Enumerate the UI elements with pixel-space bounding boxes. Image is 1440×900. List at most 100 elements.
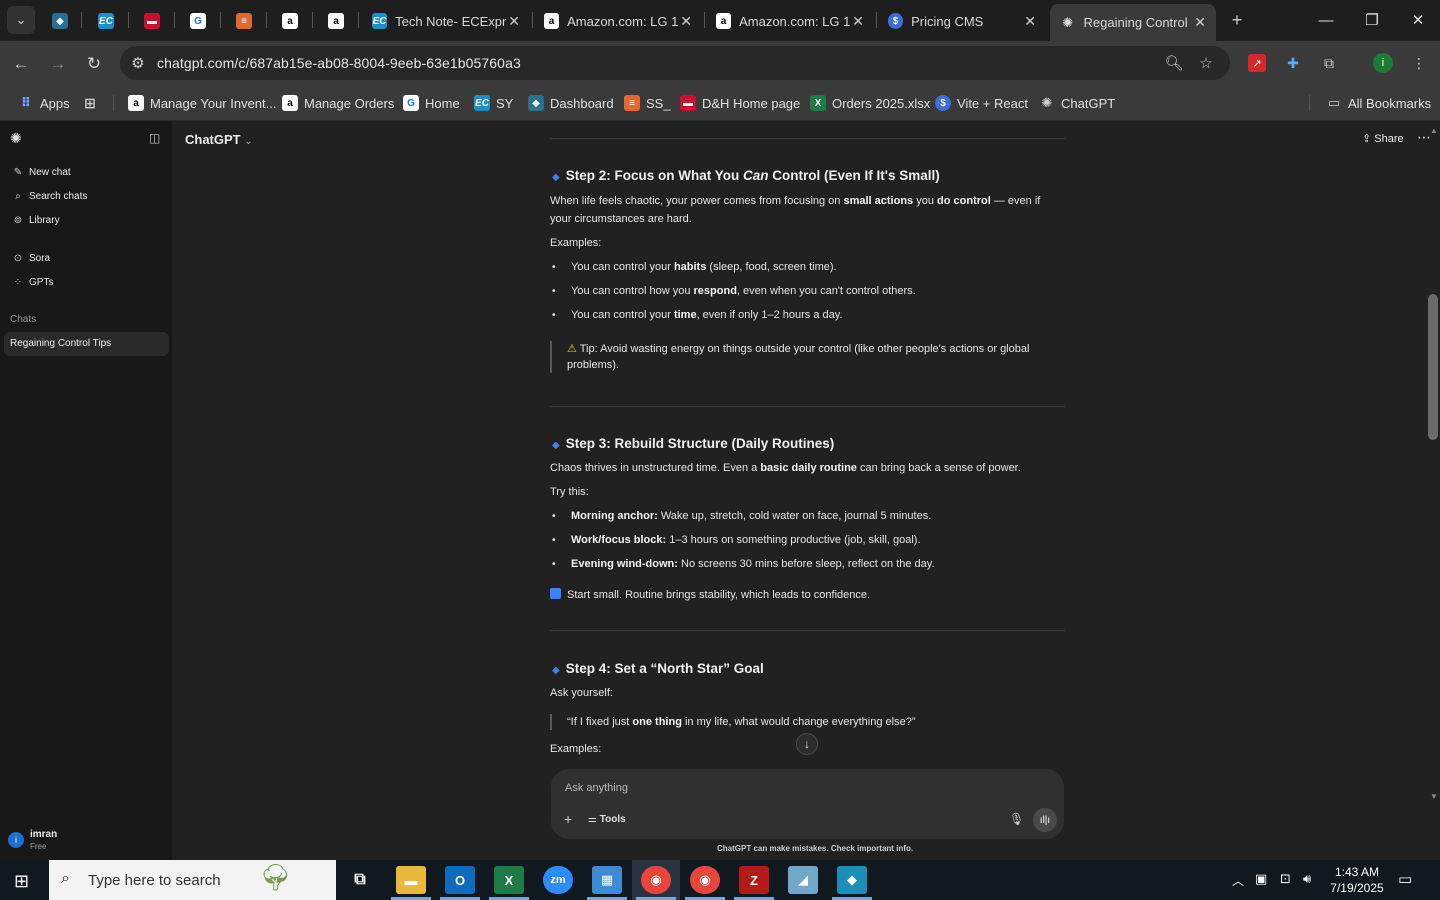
bookmark-manage-inventory[interactable]: a Manage Your Invent... bbox=[128, 92, 276, 114]
bookmark-chatgpt[interactable]: ✺ ChatGPT bbox=[1039, 92, 1116, 114]
profile-initial: i bbox=[1373, 53, 1393, 73]
text: 1–3 hours on something productive (job, … bbox=[666, 534, 921, 546]
extensions-puzzle-icon[interactable]: ⧉ bbox=[1318, 52, 1340, 74]
bookmark-sy[interactable]: EC SY bbox=[474, 92, 513, 114]
file-explorer-icon[interactable]: ▬ bbox=[396, 866, 426, 894]
site-info-icon[interactable]: ⚙ bbox=[128, 53, 148, 73]
taskbar-search-box[interactable]: ⌕ Type here to search 🌳︎ bbox=[49, 860, 336, 900]
tab-tech-note[interactable]: EC Tech Note- ECExpr ✕ bbox=[362, 6, 530, 36]
bookmark-manage-orders[interactable]: a Manage Orders bbox=[282, 92, 394, 114]
tab-search-button[interactable]: ⌄ bbox=[6, 6, 36, 34]
restore-button[interactable]: ❐ bbox=[1352, 8, 1392, 32]
tools-button[interactable]: ⚌ Tools bbox=[588, 814, 626, 825]
close-icon[interactable]: ✕ bbox=[680, 13, 692, 30]
message-composer[interactable]: Ask anything + ⚌ Tools 🎙︎ ıl|ı bbox=[551, 769, 1064, 839]
tab-separator bbox=[174, 12, 175, 28]
pdf-extension-icon[interactable]: ↗ bbox=[1246, 52, 1268, 74]
profile-avatar[interactable]: i bbox=[1372, 52, 1394, 74]
microphone-icon[interactable]: 🎙︎ bbox=[1009, 812, 1024, 826]
chat-list-item-active[interactable]: Regaining Control Tips bbox=[4, 332, 169, 356]
scroll-down-arrow-icon[interactable]: ▼ bbox=[1430, 792, 1438, 801]
reload-button[interactable]: ↻ bbox=[81, 51, 107, 77]
pinned-tab-3[interactable]: ▬ bbox=[134, 6, 170, 36]
chevron-up-icon[interactable]: ︿ bbox=[1232, 872, 1244, 889]
scroll-to-bottom-button[interactable]: ↓ bbox=[796, 733, 818, 755]
pinned-tab-5[interactable]: ≡ bbox=[226, 6, 262, 36]
pinned-tab-1[interactable]: ◆ bbox=[42, 6, 78, 36]
filezilla-icon[interactable]: Z bbox=[739, 866, 769, 894]
bookmark-apps[interactable]: ⠿ Apps bbox=[18, 92, 70, 114]
close-icon[interactable]: ✕ bbox=[1194, 14, 1206, 31]
security-icon[interactable]: ▣ bbox=[1255, 871, 1267, 887]
pencil-icon: ✎ bbox=[13, 166, 23, 178]
bookmark-dh-home[interactable]: ▬ D&H Home page bbox=[680, 92, 800, 114]
scroll-up-arrow-icon[interactable]: ▲ bbox=[1430, 126, 1438, 135]
sidebar-toggle-icon[interactable]: ◫ bbox=[149, 131, 160, 145]
close-icon[interactable]: ✕ bbox=[1024, 13, 1036, 30]
close-icon[interactable]: ✕ bbox=[852, 13, 864, 30]
pinned-tab-6[interactable]: a bbox=[272, 6, 308, 36]
calculator-icon[interactable]: ▦ bbox=[592, 866, 622, 894]
sidebar-item-label: GPTs bbox=[29, 276, 54, 288]
network-icon[interactable]: ⊡ bbox=[1280, 871, 1291, 887]
app-icon[interactable]: ◢ bbox=[788, 866, 818, 894]
volume-icon[interactable]: 🔊︎ bbox=[1303, 871, 1311, 887]
step2-heading: ◆ Step 2: Focus on What You Can Control (… bbox=[552, 168, 940, 183]
close-icon[interactable]: ✕ bbox=[508, 13, 520, 30]
zoom-icon[interactable]: 🔍︎ bbox=[1164, 53, 1184, 73]
sidebar-item-gpts[interactable]: ⁘ GPTs bbox=[12, 273, 54, 291]
tab-amazon-1[interactable]: a Amazon.com: LG 1 ✕ bbox=[534, 6, 702, 36]
tab-pricing-cms[interactable]: $ Pricing CMS ✕ bbox=[878, 6, 1046, 36]
openai-logo-icon[interactable]: ✺ bbox=[10, 130, 22, 147]
windows-start-icon[interactable]: ⊞ bbox=[14, 871, 29, 892]
prompt-input[interactable]: Ask anything bbox=[565, 782, 628, 794]
pinned-tab-4[interactable]: G bbox=[180, 6, 216, 36]
tab-amazon-2[interactable]: a Amazon.com: LG 1 ✕ bbox=[706, 6, 874, 36]
outlook-icon[interactable]: O bbox=[445, 866, 475, 894]
close-window-button[interactable]: ✕ bbox=[1398, 8, 1438, 32]
bookmark-ss[interactable]: ≡ SS_ bbox=[624, 92, 671, 114]
tab-regaining-control[interactable]: ✺ Regaining Control ✕ bbox=[1050, 4, 1216, 41]
user-avatar[interactable]: i bbox=[8, 832, 24, 848]
excel-icon[interactable]: X bbox=[494, 866, 524, 894]
back-button[interactable]: ← bbox=[8, 51, 34, 77]
bookmark-home[interactable]: G Home bbox=[403, 92, 460, 114]
sidebar-item-search-chats[interactable]: ⌕ Search chats bbox=[12, 187, 87, 205]
star-icon[interactable]: ☆ bbox=[1196, 53, 1216, 73]
model-selector[interactable]: ChatGPT ⌄ bbox=[185, 132, 253, 147]
apps-grid-icon: ⠿ bbox=[20, 95, 32, 110]
taskbar-clock[interactable]: 1:43 AM 7/19/2025 bbox=[1322, 864, 1392, 896]
pinned-tab-2[interactable]: EC bbox=[88, 6, 124, 36]
new-tab-button[interactable]: + bbox=[1222, 6, 1252, 34]
voice-mode-button[interactable]: ıl|ı bbox=[1033, 808, 1057, 832]
zoom-app-icon[interactable]: zm bbox=[543, 866, 573, 894]
sidebar-item-new-chat[interactable]: ✎ New chat bbox=[12, 163, 71, 181]
search-icon: ⌕ bbox=[15, 190, 21, 202]
user-name[interactable]: imran bbox=[30, 829, 57, 840]
extension-icon[interactable]: ✚ bbox=[1282, 52, 1304, 74]
sidebar-item-library[interactable]: ⊚ Library bbox=[12, 211, 60, 229]
bookmark-orders-xlsx[interactable]: X Orders 2025.xlsx bbox=[810, 92, 930, 114]
plus-icon[interactable]: + bbox=[564, 811, 572, 827]
address-bar[interactable]: ⚙ chatgpt.com/c/687ab15e-ab08-8004-9eeb-… bbox=[120, 46, 1230, 80]
chrome-icon[interactable]: ◉ bbox=[641, 866, 671, 894]
sidebar-item-sora[interactable]: ⊙ Sora bbox=[12, 249, 50, 267]
more-options-icon[interactable]: ⋯ bbox=[1417, 129, 1431, 146]
app-icon[interactable]: ◆ bbox=[837, 866, 867, 894]
amazon-icon: a bbox=[716, 13, 732, 29]
clock-date: 7/19/2025 bbox=[1330, 881, 1384, 895]
task-view-icon[interactable]: ⧉ bbox=[345, 866, 375, 894]
bookmark-dashboard[interactable]: ◆ Dashboard bbox=[528, 92, 614, 114]
bookmark-vite-react[interactable]: $ Vite + React bbox=[935, 92, 1028, 114]
all-bookmarks-button[interactable]: ▭ All Bookmarks bbox=[1326, 92, 1431, 114]
chrome-profile-icon[interactable]: ◉ bbox=[690, 866, 720, 894]
forward-button[interactable]: → bbox=[45, 51, 71, 77]
share-button[interactable]: ⇪ Share bbox=[1362, 132, 1404, 145]
page-scrollbar[interactable] bbox=[1428, 294, 1438, 440]
more-vertical-icon[interactable]: ⋮ bbox=[1408, 52, 1430, 74]
pinned-tab-7[interactable]: a bbox=[318, 6, 354, 36]
minimize-button[interactable]: — bbox=[1306, 8, 1346, 32]
url-text[interactable]: chatgpt.com/c/687ab15e-ab08-8004-9eeb-63… bbox=[157, 55, 521, 71]
notifications-icon[interactable]: ▭ bbox=[1398, 870, 1412, 888]
bookmark-tab-groups[interactable]: ⊞ bbox=[82, 92, 104, 114]
